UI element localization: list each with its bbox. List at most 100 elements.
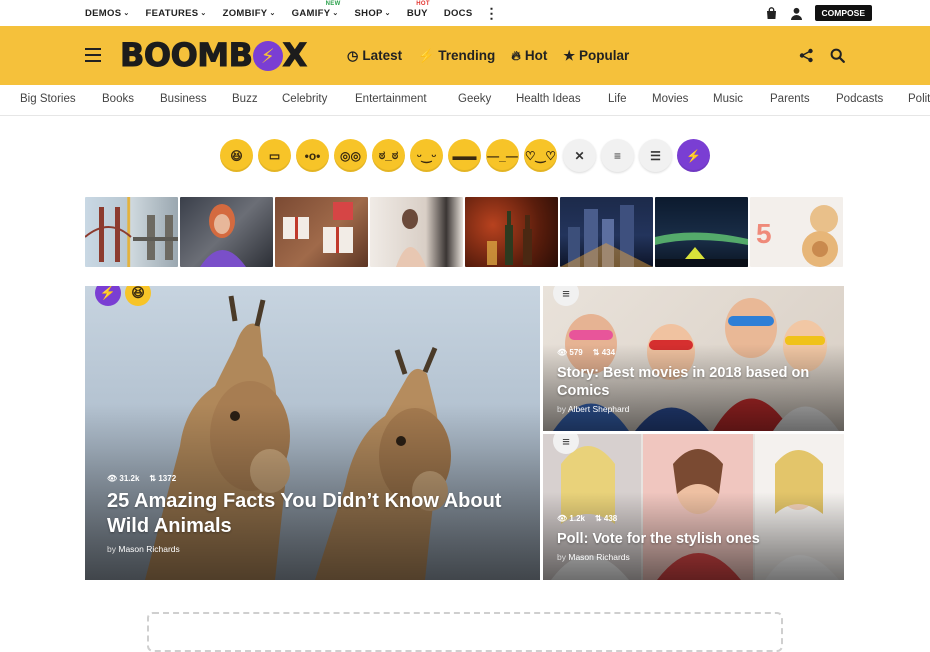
bottles-illustration bbox=[487, 211, 532, 265]
votes-stat: ⇅ 434 bbox=[592, 348, 616, 357]
chevron-down-icon: ⌄ bbox=[200, 10, 207, 17]
thumbnail-bedroom-image[interactable] bbox=[370, 197, 463, 267]
site-header: BOOMB ⚡ X ◷ Latest ⚡ Trending 🔥︎ Hot ★ Popular bbox=[0, 26, 930, 85]
reaction-wow-icon[interactable]: •o• bbox=[296, 139, 329, 172]
reaction-lol-icon[interactable]: 😆︎ bbox=[220, 139, 253, 172]
category-link[interactable]: Business bbox=[160, 93, 207, 105]
author-link[interactable]: Albert Shephard bbox=[568, 404, 629, 414]
clock-icon: ◷ bbox=[347, 47, 359, 63]
hot-badge: HOT bbox=[416, 0, 430, 7]
user-icon[interactable] bbox=[790, 7, 803, 20]
svg-text:5: 5 bbox=[756, 218, 772, 249]
category-link[interactable]: Books bbox=[102, 93, 134, 105]
featured-main-card[interactable]: ⚡ 😆︎ 👁︎ 31.2k ⇅ 1372 25 Amazing Facts Yo… bbox=[85, 286, 540, 580]
nav-label: Popular bbox=[579, 48, 630, 63]
more-icon[interactable]: ⋮ bbox=[484, 5, 498, 22]
top-right-actions: COMPOSE bbox=[765, 0, 872, 26]
portrait-illustration bbox=[200, 204, 246, 267]
topnav-label: DEMOS bbox=[85, 7, 122, 19]
category-link[interactable]: Life bbox=[608, 93, 627, 105]
featured-poll-card[interactable]: ≡ 👁︎ 1.2k ⇅ 438 Poll: Vote for the styli… bbox=[543, 434, 844, 580]
category-link[interactable]: Parents bbox=[770, 93, 810, 105]
thumbnail-wine-image[interactable] bbox=[465, 197, 558, 267]
by-label: by bbox=[557, 552, 566, 562]
nav-latest[interactable]: ◷ Latest bbox=[347, 48, 402, 64]
nav-label: Hot bbox=[524, 48, 548, 63]
votes-stat: ⇅ 1372 bbox=[149, 474, 177, 483]
thumbnail-city-image[interactable] bbox=[560, 197, 653, 267]
topnav-shop[interactable]: SHOP ⌄ bbox=[355, 8, 391, 19]
topnav-docs[interactable]: DOCS bbox=[444, 8, 473, 19]
category-link[interactable]: Celebrity bbox=[282, 93, 327, 105]
author-link[interactable]: Mason Richards bbox=[568, 552, 629, 562]
topnav-label: GAMIFY bbox=[291, 7, 331, 19]
compose-button[interactable]: COMPOSE bbox=[814, 5, 872, 21]
chevron-down-icon: ⌄ bbox=[269, 10, 276, 17]
list-icon[interactable]: ≡ bbox=[601, 139, 634, 172]
topnav-zombify[interactable]: ZOMBIFY ⌄ bbox=[223, 8, 276, 19]
chevron-down-icon: ⌄ bbox=[332, 10, 339, 17]
ordered-list-icon[interactable]: ☰ bbox=[639, 139, 672, 172]
nav-trending[interactable]: ⚡ Trending bbox=[418, 48, 495, 64]
reaction-geeky-icon[interactable]: ◎◎ bbox=[334, 139, 367, 172]
category-bar: Big Stories Books Business Buzz Celebrit… bbox=[0, 85, 930, 116]
reaction-cute-icon[interactable]: ᵕ‿ᵕ bbox=[410, 139, 443, 172]
post-title[interactable]: 25 Amazing Facts You Didn’t Know About W… bbox=[107, 489, 507, 539]
category-link[interactable]: Music bbox=[713, 93, 743, 105]
post-stats: 👁︎ 1.2k ⇅ 438 bbox=[557, 514, 617, 523]
topnav-gamify[interactable]: GAMIFY ⌄ NEW bbox=[291, 1, 341, 19]
topnav-label: SHOP bbox=[354, 7, 383, 19]
topnav-label: DOCS bbox=[443, 7, 473, 19]
versus-icon[interactable]: ✕ bbox=[563, 139, 596, 172]
post-title[interactable]: Story: Best movies in 2018 based on Comi… bbox=[557, 364, 837, 400]
nav-hot[interactable]: 🔥︎ Hot bbox=[511, 48, 547, 64]
chevron-down-icon: ⌄ bbox=[123, 10, 130, 17]
reaction-omg-icon[interactable]: ▭ bbox=[258, 139, 291, 172]
share-icon[interactable] bbox=[799, 48, 814, 63]
topnav-buy[interactable]: BUY HOT bbox=[407, 1, 430, 19]
woman-illustration bbox=[396, 209, 426, 267]
logo-text: X bbox=[282, 36, 308, 75]
topnav-demos[interactable]: DEMOS ⌄ bbox=[85, 8, 130, 19]
nav-popular[interactable]: ★ Popular bbox=[563, 48, 629, 64]
views-stat: 👁︎ 579 bbox=[557, 348, 583, 357]
bridge-illustration bbox=[85, 207, 178, 262]
thumbnail-woman-image[interactable] bbox=[180, 197, 273, 267]
reaction-love-icon[interactable]: ♡‿♡ bbox=[524, 139, 557, 172]
ad-placeholder bbox=[147, 612, 783, 652]
category-link[interactable]: Polit bbox=[908, 93, 930, 105]
category-link[interactable]: Big Stories bbox=[20, 93, 76, 105]
trending-lightning-icon[interactable]: ⚡ bbox=[677, 139, 710, 172]
logo-text: BOOMB bbox=[120, 36, 254, 75]
views-stat: 👁︎ 1.2k bbox=[557, 514, 585, 523]
category-link[interactable]: Movies bbox=[652, 93, 688, 105]
reaction-cool-icon[interactable]: ▬▬ bbox=[448, 139, 481, 172]
thumbnail-gifts-image[interactable] bbox=[275, 197, 368, 267]
thumbnail-aurora-image[interactable] bbox=[655, 197, 748, 267]
votes-count: 438 bbox=[603, 514, 618, 523]
reaction-wtf-icon[interactable]: ಠ_ಠ bbox=[372, 139, 405, 172]
thumbnail-strip: 5 bbox=[85, 197, 844, 267]
site-logo[interactable]: BOOMB ⚡ X bbox=[120, 36, 308, 75]
category-link[interactable]: Buzz bbox=[232, 93, 258, 105]
category-link[interactable]: Health Ideas bbox=[516, 93, 581, 105]
featured-story-card[interactable]: ≡ 👁︎ 579 ⇅ 434 Story: Best movies in 201… bbox=[543, 286, 844, 431]
hamburger-menu-icon[interactable] bbox=[85, 48, 101, 62]
topnav-label: FEATURES bbox=[145, 7, 199, 19]
topnav-features[interactable]: FEATURES ⌄ bbox=[146, 8, 207, 19]
shopping-bag-icon[interactable] bbox=[765, 6, 778, 20]
post-title[interactable]: Poll: Vote for the stylish ones bbox=[557, 530, 837, 548]
thumbnail-recipes-image[interactable]: 5 bbox=[750, 197, 843, 267]
category-link[interactable]: Podcasts bbox=[836, 93, 883, 105]
lightning-icon: ⚡ bbox=[418, 47, 435, 63]
thumbnail-bridges-image[interactable] bbox=[85, 197, 178, 267]
category-link[interactable]: Geeky bbox=[458, 93, 491, 105]
reaction-fail-icon[interactable]: —_— bbox=[486, 139, 519, 172]
category-link[interactable]: Entertainment bbox=[355, 93, 427, 105]
top-bar: DEMOS ⌄ FEATURES ⌄ ZOMBIFY ⌄ GAMIFY ⌄ NEW SHO… bbox=[0, 0, 930, 26]
search-icon[interactable] bbox=[830, 48, 845, 63]
author-link[interactable]: Mason Richards bbox=[118, 544, 179, 554]
star-icon: ★ bbox=[563, 47, 575, 63]
views-stat: 👁︎ 31.2k bbox=[107, 474, 140, 483]
post-stats: 👁︎ 31.2k ⇅ 1372 bbox=[107, 474, 176, 483]
